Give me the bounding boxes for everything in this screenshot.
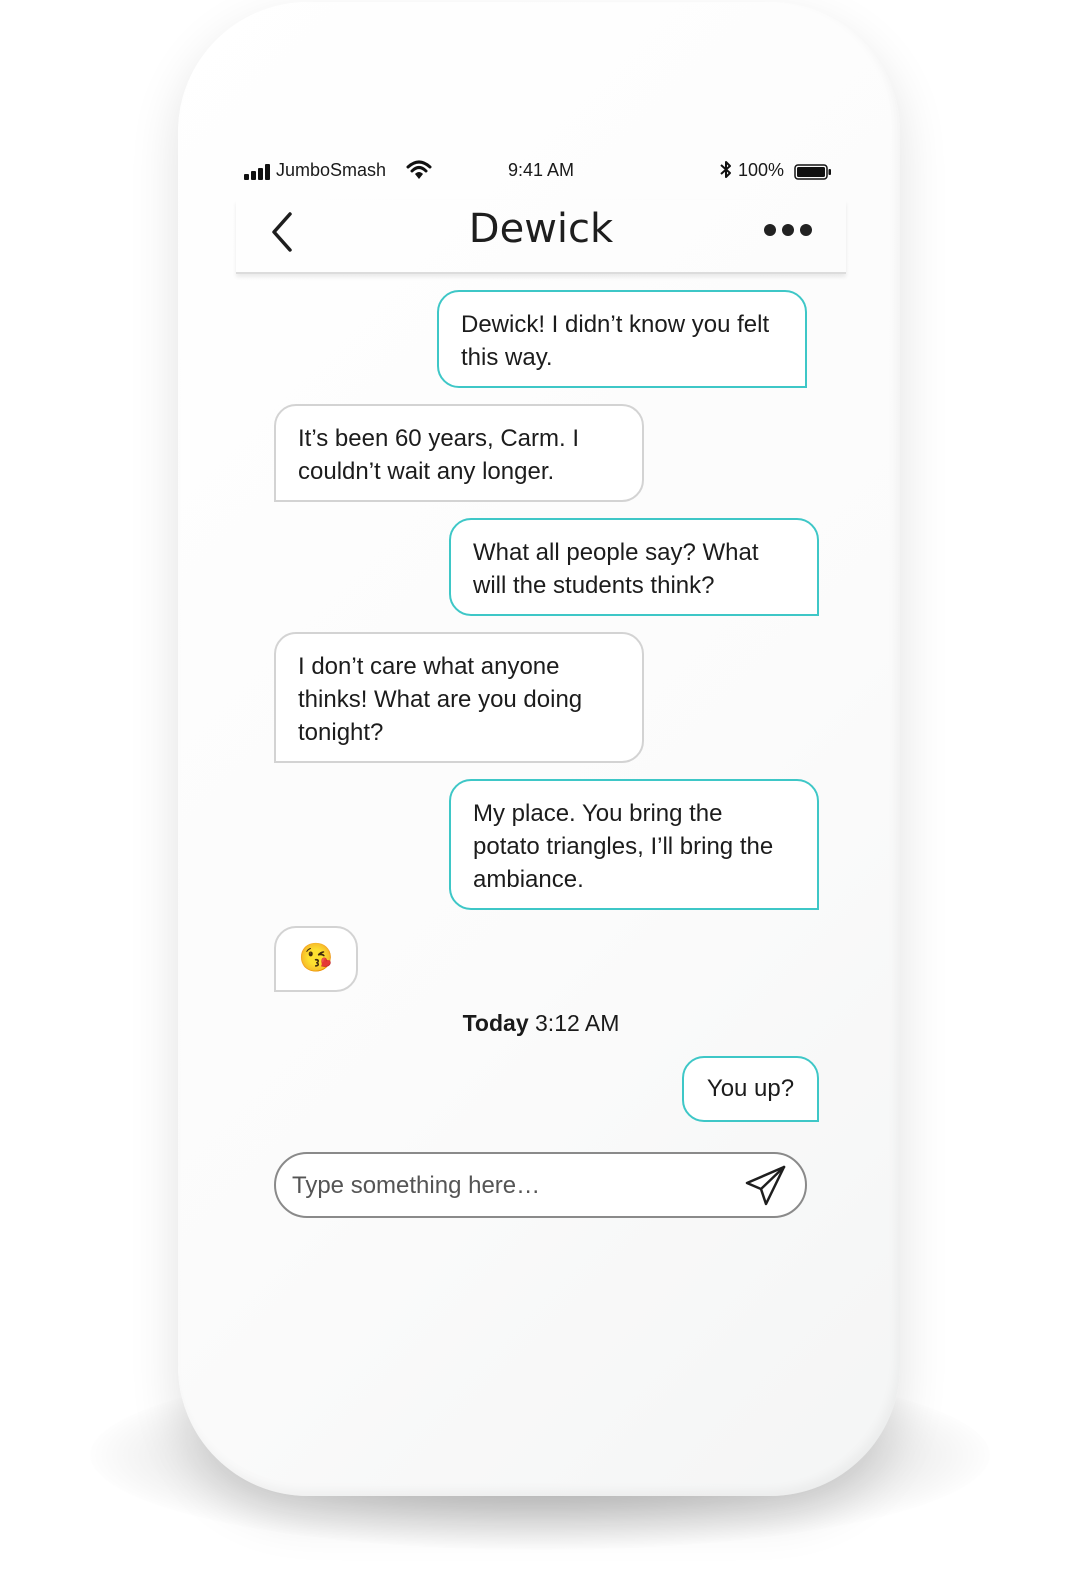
message-text: It’s been 60 years, Carm. I couldn’t wai… [298,425,580,485]
message-bubble-incoming: 😘 [274,926,358,992]
message-bubble-outgoing: What all people say? What will the stude… [449,518,819,616]
contact-name: Dewick [468,206,614,252]
message-bubble-incoming: It’s been 60 years, Carm. I couldn’t wai… [274,404,644,502]
chat-screen: JumboSmash 9:41 AM 100% Dewick Dewick! I… [236,140,846,1270]
message-text: You up? [706,1075,795,1102]
message-composer [274,1152,807,1218]
message-bubble-outgoing: My place. You bring the potato triangles… [449,779,819,910]
send-button[interactable] [744,1164,788,1208]
more-options-button[interactable] [764,222,812,238]
battery-icon [794,164,831,180]
device-mockup: JumboSmash 9:41 AM 100% Dewick Dewick! I… [0,0,1088,1577]
timestamp-divider: Today 3:12 AM [236,1010,846,1037]
ellipsis-icon [764,224,776,236]
message-input[interactable] [290,1164,724,1208]
paper-plane-icon [745,1165,786,1206]
status-bar: JumboSmash 9:41 AM 100% [236,158,846,188]
message-bubble-outgoing: Dewick! I didn’t know you felt this way. [437,290,807,388]
message-text: What all people say? What will the stude… [473,539,759,599]
timestamp-day: Today [462,1010,529,1036]
message-bubble-incoming: I don’t care what anyone thinks! What ar… [274,632,644,763]
message-text: Dewick! I didn’t know you felt this way. [461,311,770,371]
message-bubble-outgoing: You up? [682,1056,819,1122]
message-text: My place. You bring the potato triangles… [473,800,774,893]
message-text: I don’t care what anyone thinks! What ar… [298,653,583,746]
conversation-header: Dewick [236,200,846,274]
battery-percent: 100% [738,160,785,180]
kiss-emoji: 😘 [298,942,334,973]
bluetooth-icon [720,161,731,178]
timestamp-time: 3:12 AM [535,1010,620,1036]
